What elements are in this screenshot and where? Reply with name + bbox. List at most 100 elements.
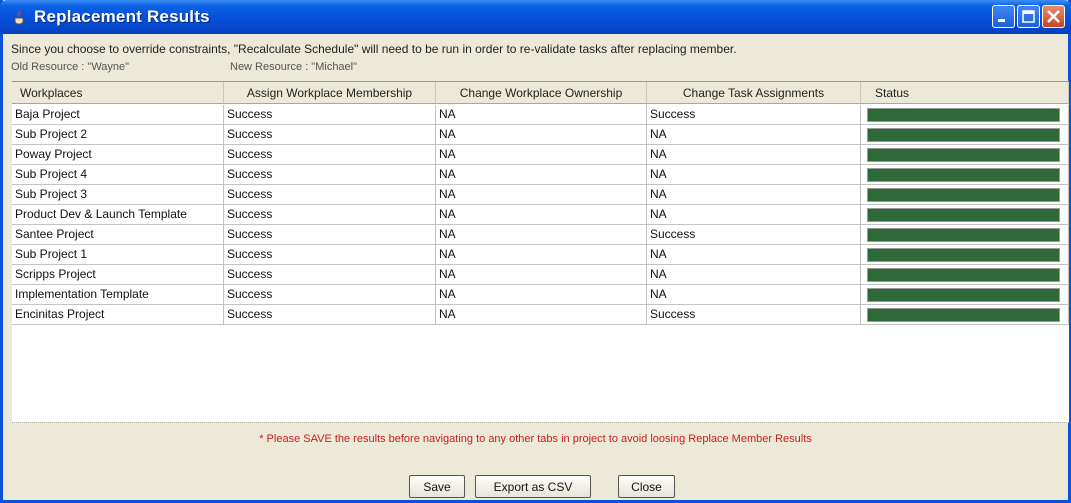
membership-cell: Success: [224, 305, 436, 325]
status-progress-bar: [867, 128, 1060, 142]
ownership-cell: NA: [436, 225, 647, 245]
workplace-cell: Scripps Project: [12, 265, 224, 285]
status-progress-fill: [868, 309, 1059, 321]
save-button[interactable]: Save: [409, 475, 465, 498]
status-cell: [861, 165, 1069, 185]
status-progress-bar: [867, 208, 1060, 222]
task-assignments-cell: NA: [647, 245, 861, 265]
table-row[interactable]: Encinitas Project Success NA Success: [12, 305, 1069, 325]
ownership-cell: NA: [436, 285, 647, 305]
ownership-cell: NA: [436, 305, 647, 325]
status-progress-fill: [868, 169, 1059, 181]
status-cell: [861, 225, 1069, 245]
task-assignments-cell: NA: [647, 265, 861, 285]
override-info-message: Since you choose to override constraints…: [11, 42, 737, 56]
ownership-cell: NA: [436, 265, 647, 285]
table-row[interactable]: Sub Project 2 Success NA NA: [12, 125, 1069, 145]
minimize-button[interactable]: [992, 5, 1015, 28]
task-assignments-cell: NA: [647, 145, 861, 165]
ownership-cell: NA: [436, 165, 647, 185]
status-progress-bar: [867, 148, 1060, 162]
separator: [12, 422, 1069, 423]
minimize-icon: [998, 19, 1005, 22]
status-progress-bar: [867, 308, 1060, 322]
task-assignments-cell: NA: [647, 185, 861, 205]
column-header[interactable]: Change Workplace Ownership: [436, 82, 647, 104]
workplace-cell: Poway Project: [12, 145, 224, 165]
membership-cell: Success: [224, 225, 436, 245]
column-header[interactable]: Change Task Assignments: [647, 82, 861, 104]
workplace-cell: Sub Project 2: [12, 125, 224, 145]
table-row[interactable]: Scripps Project Success NA NA: [12, 265, 1069, 285]
window-title: Replacement Results: [34, 7, 210, 26]
status-progress-fill: [868, 189, 1059, 201]
workplace-cell: Santee Project: [12, 225, 224, 245]
status-progress-bar: [867, 288, 1060, 302]
status-cell: [861, 125, 1069, 145]
status-progress-fill: [868, 289, 1059, 301]
status-progress-bar: [867, 268, 1060, 282]
status-progress-bar: [867, 248, 1060, 262]
status-progress-fill: [868, 249, 1059, 261]
title-bar[interactable]: Replacement Results: [0, 0, 1071, 34]
status-cell: [861, 305, 1069, 325]
status-cell: [861, 285, 1069, 305]
ownership-cell: NA: [436, 125, 647, 145]
workplace-cell: Implementation Template: [12, 285, 224, 305]
ownership-cell: NA: [436, 185, 647, 205]
task-assignments-cell: NA: [647, 125, 861, 145]
ownership-cell: NA: [436, 245, 647, 265]
membership-cell: Success: [224, 105, 436, 125]
status-progress-fill: [868, 229, 1059, 241]
column-header[interactable]: Assign Workplace Membership: [224, 82, 436, 104]
status-progress-bar: [867, 108, 1060, 122]
workplace-cell: Product Dev & Launch Template: [12, 205, 224, 225]
membership-cell: Success: [224, 125, 436, 145]
column-header[interactable]: Workplaces: [12, 82, 224, 104]
task-assignments-cell: Success: [647, 305, 861, 325]
status-cell: [861, 105, 1069, 125]
table-row[interactable]: Sub Project 3 Success NA NA: [12, 185, 1069, 205]
status-cell: [861, 145, 1069, 165]
workplace-cell: Sub Project 3: [12, 185, 224, 205]
results-table: Workplaces Assign Workplace Membership Cha…: [12, 81, 1069, 422]
ownership-cell: NA: [436, 105, 647, 125]
ownership-cell: NA: [436, 145, 647, 165]
membership-cell: Success: [224, 185, 436, 205]
table-row[interactable]: Sub Project 4 Success NA NA: [12, 165, 1069, 185]
workplace-cell: Baja Project: [12, 105, 224, 125]
task-assignments-cell: NA: [647, 165, 861, 185]
status-cell: [861, 265, 1069, 285]
task-assignments-cell: NA: [647, 285, 861, 305]
status-progress-bar: [867, 188, 1060, 202]
close-icon: [1047, 10, 1060, 23]
status-progress-fill: [868, 129, 1059, 141]
ownership-cell: NA: [436, 205, 647, 225]
membership-cell: Success: [224, 165, 436, 185]
table-row[interactable]: Santee Project Success NA Success: [12, 225, 1069, 245]
maximize-button[interactable]: [1017, 5, 1040, 28]
workplace-cell: Sub Project 1: [12, 245, 224, 265]
export-csv-button[interactable]: Export as CSV: [475, 475, 591, 498]
workplace-cell: Sub Project 4: [12, 165, 224, 185]
workplace-cell: Encinitas Project: [12, 305, 224, 325]
table-row[interactable]: Baja Project Success NA Success: [12, 105, 1069, 125]
close-button[interactable]: Close: [618, 475, 675, 498]
status-progress-fill: [868, 209, 1059, 221]
status-cell: [861, 185, 1069, 205]
table-row[interactable]: Poway Project Success NA NA: [12, 145, 1069, 165]
status-progress-bar: [867, 168, 1060, 182]
table-row[interactable]: Product Dev & Launch Template Success NA NA: [12, 205, 1069, 225]
close-window-button[interactable]: [1042, 5, 1065, 28]
task-assignments-cell: Success: [647, 225, 861, 245]
table-row[interactable]: Implementation Template Success NA NA: [12, 285, 1069, 305]
maximize-icon: [1022, 10, 1035, 23]
table-row[interactable]: Sub Project 1 Success NA NA: [12, 245, 1069, 265]
membership-cell: Success: [224, 245, 436, 265]
task-assignments-cell: NA: [647, 205, 861, 225]
status-progress-fill: [868, 109, 1059, 121]
new-resource-label: New Resource : "Michael": [230, 61, 358, 73]
status-progress-fill: [868, 269, 1059, 281]
membership-cell: Success: [224, 265, 436, 285]
column-header[interactable]: Status: [861, 82, 1069, 104]
